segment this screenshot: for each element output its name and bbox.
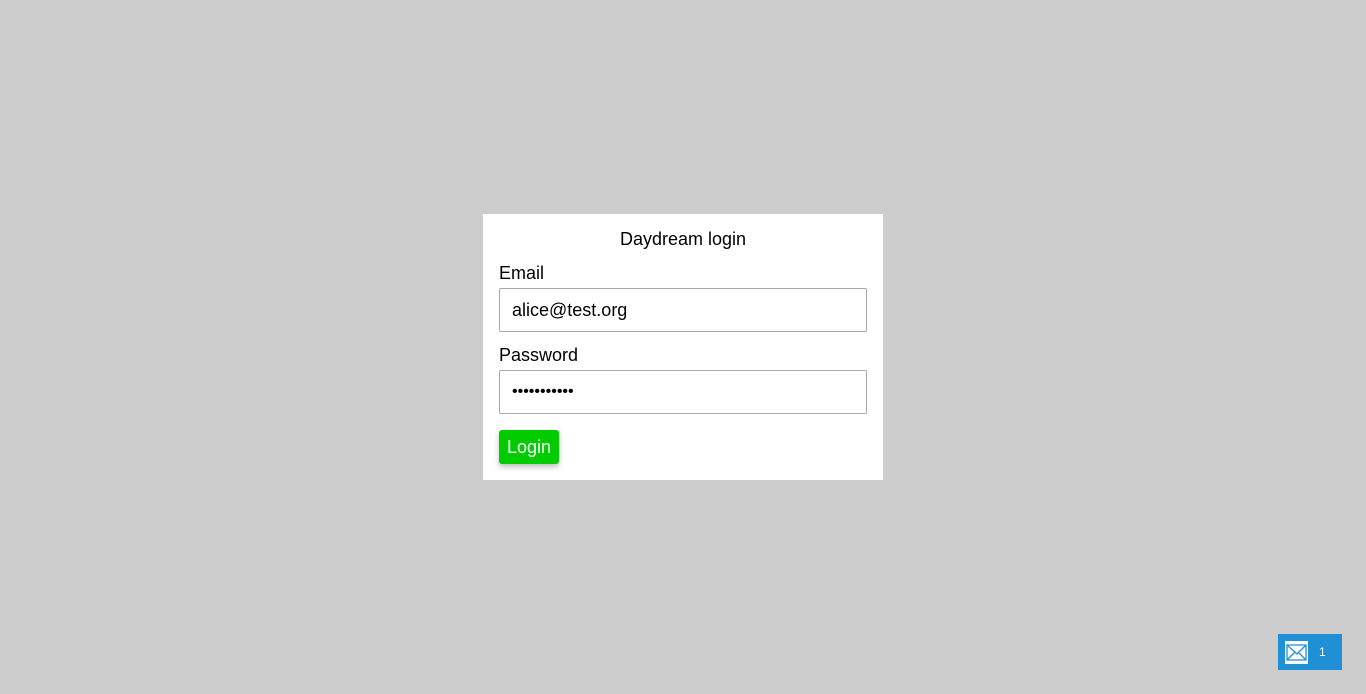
email-field[interactable] (499, 288, 867, 332)
login-title: Daydream login (619, 229, 747, 249)
mail-icon (1285, 640, 1308, 664)
password-field[interactable] (499, 370, 867, 414)
password-label: Password (499, 345, 579, 365)
notification-badge[interactable]: 1 (1278, 634, 1342, 670)
login-button[interactable]: Login (499, 430, 560, 464)
email-label: Email (499, 263, 545, 283)
notification-count: 1 (1319, 645, 1326, 659)
login-card: Daydream login Email Password Login (483, 214, 883, 480)
